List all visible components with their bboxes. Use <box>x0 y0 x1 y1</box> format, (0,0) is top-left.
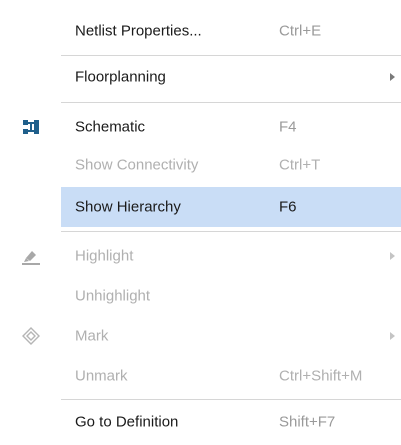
submenu-arrow-icon <box>390 73 395 81</box>
menu-item-show-hierarchy[interactable]: Show Hierarchy F6 <box>61 187 401 227</box>
menu-item-shortcut: Ctrl+Shift+M <box>279 367 363 385</box>
mark-icon <box>0 316 61 356</box>
menu-separator <box>61 102 401 103</box>
menu-item-highlight[interactable]: Highlight <box>61 236 401 276</box>
menu-item-label: Floorplanning <box>75 68 166 86</box>
menu-item-netlist-properties[interactable]: Netlist Properties... Ctrl+E <box>61 11 401 51</box>
menu-item-shortcut: F6 <box>279 198 297 216</box>
menu-item-label: Mark <box>75 327 109 345</box>
menu-item-label: Show Hierarchy <box>75 198 181 216</box>
menu-item-go-to-definition[interactable]: Go to Definition Shift+F7 <box>61 402 401 442</box>
highlight-icon <box>0 236 61 276</box>
menu-item-mark[interactable]: Mark <box>61 316 401 356</box>
menu-separator <box>61 231 401 232</box>
menu-item-label: Schematic <box>75 118 146 136</box>
submenu-arrow-icon <box>390 332 395 340</box>
menu-item-label: Show Connectivity <box>75 156 199 174</box>
menu-item-unhighlight[interactable]: Unhighlight <box>61 276 401 316</box>
menu-item-unmark[interactable]: Unmark Ctrl+Shift+M <box>61 356 401 396</box>
menu-icon-gutter <box>0 0 61 445</box>
menu-item-shortcut: F4 <box>279 118 297 136</box>
menu-item-label: Go to Definition <box>75 413 179 431</box>
menu-item-schematic[interactable]: Schematic F4 <box>61 107 401 147</box>
menu-separator <box>61 399 401 400</box>
menu-item-shortcut: Shift+F7 <box>279 413 336 431</box>
menu-item-shortcut: Ctrl+T <box>279 156 321 174</box>
menu-item-label: Unhighlight <box>75 287 151 305</box>
submenu-arrow-icon <box>390 252 395 260</box>
menu-item-label: Netlist Properties... <box>75 22 202 40</box>
menu-item-label: Highlight <box>75 247 134 265</box>
menu-separator <box>61 55 401 56</box>
schematic-icon <box>0 107 61 147</box>
menu-item-shortcut: Ctrl+E <box>279 22 322 40</box>
context-menu: Netlist Properties... Ctrl+E Floorplanni… <box>0 0 401 445</box>
menu-item-floorplanning[interactable]: Floorplanning <box>61 57 401 97</box>
menu-item-show-connectivity[interactable]: Show Connectivity Ctrl+T <box>61 145 401 185</box>
menu-item-label: Unmark <box>75 367 128 385</box>
